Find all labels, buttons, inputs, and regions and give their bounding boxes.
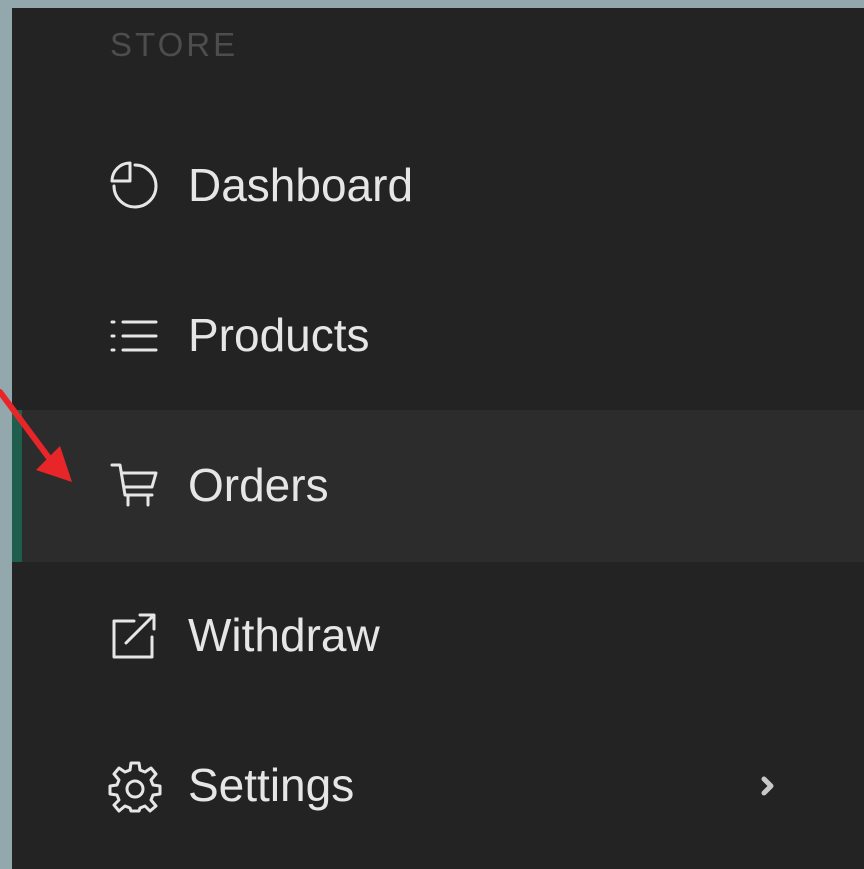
gear-icon: [108, 759, 162, 813]
screenshot-frame: STORE Dashboard Products Orders Withdraw…: [0, 0, 864, 869]
chevron-right-icon: [756, 774, 780, 798]
sidebar-item-dashboard[interactable]: Dashboard: [12, 110, 864, 262]
sidebar-item-label: Dashboard: [188, 158, 414, 211]
pie-chart-icon: [108, 159, 162, 213]
sidebar-item-label: Products: [188, 308, 370, 361]
section-label-store: STORE: [110, 26, 239, 63]
sidebar-item-label: Withdraw: [188, 608, 380, 661]
sidebar-item-withdraw[interactable]: Withdraw: [12, 560, 864, 712]
sidebar-item-label: Orders: [188, 458, 329, 511]
external-link-icon: [108, 609, 162, 663]
sidebar-item-orders[interactable]: Orders: [12, 410, 864, 562]
cart-icon: [108, 459, 162, 513]
store-sidebar: STORE Dashboard Products Orders Withdraw…: [12, 8, 864, 869]
sidebar-item-products[interactable]: Products: [12, 260, 864, 412]
sidebar-item-label: Settings: [188, 758, 355, 811]
sidebar-item-settings[interactable]: Settings: [12, 710, 864, 862]
list-icon: [108, 309, 162, 363]
